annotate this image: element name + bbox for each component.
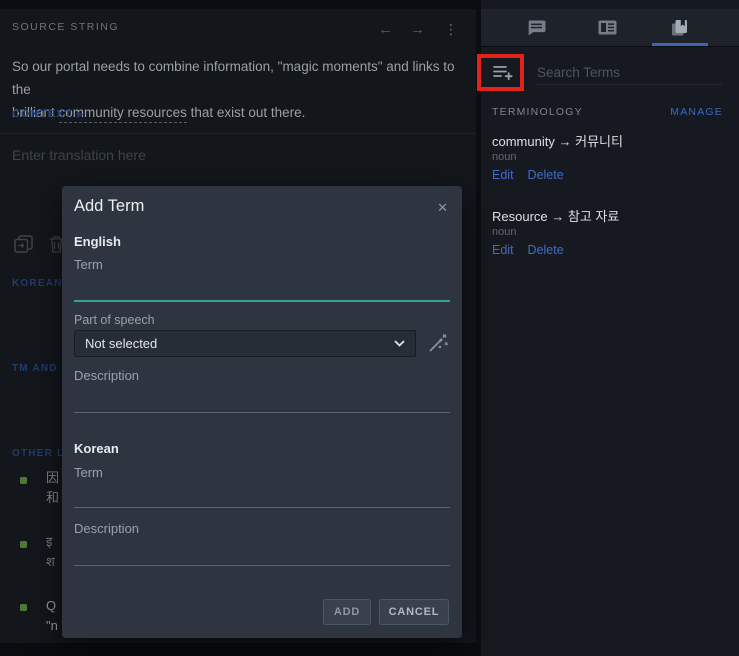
english-description-input[interactable]: Description — [74, 368, 139, 383]
annotation-highlight-box — [477, 54, 524, 91]
app-window: SOURCE STRING ← → ⋮ So our portal needs … — [0, 0, 739, 656]
arrow-icon: → — [558, 134, 571, 149]
document-icon — [598, 20, 617, 35]
status-bullet — [20, 541, 27, 548]
tab-document[interactable] — [579, 9, 635, 46]
terminology-header: TERMINOLOGY — [492, 106, 583, 118]
term-row-title: Resource → 참고 자료 — [492, 206, 619, 225]
sidebar-panel: Search Terms TERMINOLOGY MANAGE communit… — [481, 0, 739, 656]
context-link[interactable]: CONTEXT▶ — [12, 108, 85, 120]
english-description-underline — [74, 412, 450, 413]
english-term-underline-focused — [74, 300, 450, 302]
cancel-button[interactable]: CANCEL — [379, 599, 449, 625]
close-icon[interactable]: ✕ — [437, 200, 448, 216]
sidebar-tabbar — [481, 9, 739, 47]
auto-suggest-button[interactable] — [427, 332, 449, 354]
tab-glossary[interactable] — [651, 9, 707, 46]
edit-link[interactable]: Edit — [492, 168, 514, 182]
manage-link[interactable]: MANAGE — [670, 106, 723, 118]
status-bullet — [20, 604, 27, 611]
chevron-down-icon — [394, 340, 405, 347]
korean-description-input[interactable]: Description — [74, 521, 139, 536]
term-row-title: community → 커뮤니티 — [492, 131, 623, 150]
korean-term-input[interactable]: Term — [74, 465, 103, 480]
next-segment-icon[interactable]: → — [410, 22, 425, 37]
add-button[interactable]: ADD — [323, 599, 371, 625]
next-segment-strip — [0, 643, 476, 656]
add-term-modal: Add Term ✕ English Term Part of speech N… — [62, 186, 462, 638]
delete-link[interactable]: Delete — [528, 168, 564, 182]
source-divider — [0, 133, 476, 134]
active-tab-indicator — [652, 43, 708, 46]
translation-input[interactable]: Enter translation here — [12, 147, 146, 163]
magic-wand-icon — [427, 332, 449, 354]
copy-source-icon[interactable] — [14, 235, 33, 259]
part-of-speech-select[interactable]: Not selected — [74, 330, 416, 357]
previous-segment-icon[interactable]: ← — [378, 22, 393, 37]
english-term-input[interactable]: Term — [74, 257, 103, 272]
source-text-line2-post: that exist out there. — [187, 105, 306, 120]
delete-link[interactable]: Delete — [528, 243, 564, 257]
term-actions: Edit Delete — [492, 168, 564, 182]
english-section-heading: English — [74, 234, 121, 249]
tab-comments[interactable] — [508, 9, 564, 46]
comment-icon — [527, 20, 546, 36]
modal-title: Add Term — [74, 197, 144, 216]
kebab-menu-icon[interactable]: ⋮ — [444, 22, 458, 36]
korean-section-heading: Korean — [74, 441, 119, 456]
source-string-label: SOURCE STRING — [12, 21, 119, 33]
edit-link[interactable]: Edit — [492, 243, 514, 257]
korean-term-underline — [74, 507, 450, 508]
status-bullet — [20, 477, 27, 484]
part-of-speech-label: Part of speech — [74, 313, 155, 327]
korean-description-underline — [74, 565, 450, 566]
search-terms-input[interactable]: Search Terms — [537, 65, 620, 80]
source-text-line1: So our portal needs to combine informati… — [12, 59, 455, 97]
term-pos: noun — [492, 226, 516, 238]
context-caret-icon: ▶ — [77, 109, 85, 119]
term-pos: noun — [492, 151, 516, 163]
term-actions: Edit Delete — [492, 243, 564, 257]
glossary-icon — [669, 18, 689, 38]
arrow-icon: → — [551, 209, 564, 224]
search-underline — [536, 84, 722, 85]
